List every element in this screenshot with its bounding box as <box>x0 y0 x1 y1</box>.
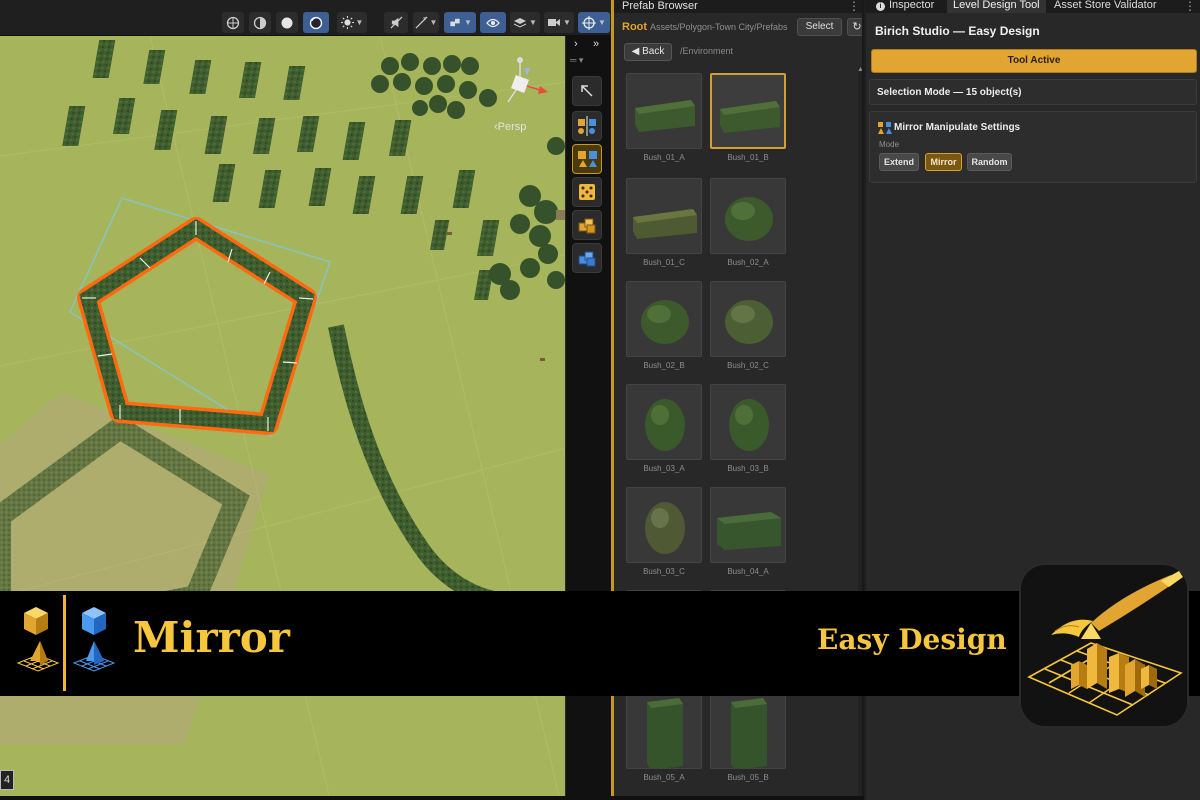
prefab-tile-label: Bush_03_B <box>727 464 769 473</box>
prefab-tile[interactable] <box>710 487 786 563</box>
scroll-up-icon[interactable]: ▲ <box>857 66 862 73</box>
prefab-tile[interactable] <box>626 384 702 460</box>
lighting-icon[interactable]: ▼ <box>337 12 367 33</box>
arrow-icon[interactable] <box>572 76 602 106</box>
prefab-tile-label: Bush_02_A <box>727 258 769 267</box>
persp-label[interactable]: ‹Persp <box>494 121 526 133</box>
prefab-tile[interactable] <box>626 487 702 563</box>
prefab-tile-label: Bush_04_A <box>727 567 769 576</box>
wireframe-circle-icon[interactable] <box>276 12 298 33</box>
prefab-thumbnail <box>647 698 683 768</box>
prefab-thumbnail <box>633 209 697 239</box>
camera-icon[interactable]: ▼ <box>544 12 574 33</box>
prefab-tile-label: Bush_02_C <box>727 361 769 370</box>
back-button[interactable]: ◀ Back <box>624 43 672 61</box>
drag-handle-icon[interactable]: ═ ▾ <box>570 54 583 66</box>
layers-icon[interactable]: ▼ <box>510 12 540 33</box>
tab-inspector[interactable]: i Inspector <box>870 0 940 13</box>
more-options-icon[interactable]: ⋮ <box>848 0 860 12</box>
prefab-thumbnail <box>717 512 781 550</box>
prefab-tile[interactable] <box>710 693 786 769</box>
banner-title: Mirror <box>133 613 290 662</box>
back-arrow-icon: ◀ <box>631 46 643 57</box>
scene-status-counter: 4 <box>0 770 14 790</box>
path-text: Assets/Polygon-Town City/Prefabs <box>650 22 788 32</box>
collapse-right-icon[interactable]: » <box>593 38 599 50</box>
random-dice-icon[interactable] <box>572 177 602 207</box>
mirror-settings-box: Mirror Manipulate Settings Mode Extend M… <box>869 111 1197 183</box>
tab-level-design-tool[interactable]: Level Design Tool <box>947 0 1046 13</box>
audio-mute-icon[interactable] <box>384 12 408 33</box>
mirror-cubes-icon[interactable] <box>572 111 602 141</box>
prefab-tile[interactable] <box>626 178 702 254</box>
prefab-browser-tab[interactable]: Prefab Browser ⋮ <box>614 0 862 13</box>
refresh-icon[interactable]: ↻ <box>847 18 862 36</box>
paintbrush-city-icon <box>1027 571 1183 716</box>
extend-cubes-icon[interactable] <box>572 210 602 240</box>
blue-cubes-icon[interactable] <box>572 243 602 273</box>
prefab-thumbnail <box>725 300 773 344</box>
eye-icon[interactable] <box>480 12 506 33</box>
inspector-tab-bar: i Inspector Level Design Tool Asset Store… <box>866 0 1200 13</box>
mirror-settings-title: Mirror Manipulate Settings <box>894 122 1021 133</box>
prefab-browser-title: Prefab Browser <box>622 0 698 12</box>
prefab-thumbnail <box>641 300 689 344</box>
lit-sphere-icon[interactable] <box>303 12 329 33</box>
prefab-tile[interactable] <box>626 281 702 357</box>
tab-asset-store-validator[interactable]: Asset Store Validator <box>1048 0 1163 13</box>
prefab-thumbnail <box>635 100 695 132</box>
tool-title: Birich Studio — Easy Design <box>875 24 1040 38</box>
banner-divider <box>63 595 66 691</box>
easy-design-logo <box>1019 563 1189 728</box>
prefab-tile-label: Bush_02_B <box>643 361 685 370</box>
shading-globe-icon[interactable] <box>249 12 271 33</box>
prefab-path-bar: Root Assets/Polygon-Town City/Prefabs Se… <box>614 15 862 39</box>
prefab-tile-label: Bush_05_A <box>643 773 685 782</box>
prefab-thumbnail <box>645 502 685 554</box>
prefab-tile[interactable] <box>626 73 702 149</box>
back-label: Back <box>642 46 665 57</box>
prefab-thumbnail <box>645 399 685 451</box>
scene-visibility-icon[interactable]: ▼ <box>444 12 476 33</box>
prefab-tile[interactable] <box>710 73 786 149</box>
root-label[interactable]: Root <box>622 21 647 33</box>
prefab-tile-label: Bush_01_A <box>643 153 685 162</box>
mirror-manipulate-icon[interactable] <box>572 144 602 174</box>
prefab-tile-label: Bush_05_B <box>727 773 769 782</box>
prefab-tile-label: Bush_01_B <box>727 153 769 162</box>
more-options-icon[interactable]: ⋮ <box>1184 0 1196 12</box>
prefab-tile[interactable] <box>710 178 786 254</box>
mode-extend-button[interactable]: Extend <box>879 153 919 171</box>
status-bar <box>0 796 864 800</box>
prefab-thumbnail <box>725 197 773 241</box>
prefab-thumbnail <box>731 698 767 768</box>
scene-toolbar: ▼ ▼ ▼ ▼ ▼ ▼ <box>0 0 612 36</box>
prefab-thumbnail <box>720 101 780 133</box>
orientation-gizmo[interactable] <box>496 56 556 112</box>
effects-icon[interactable]: ▼ <box>413 12 439 33</box>
gizmos-icon[interactable]: ▼ <box>578 12 610 33</box>
prefab-tile[interactable] <box>710 384 786 460</box>
prefab-tile[interactable] <box>710 281 786 357</box>
mirror-settings-icon <box>877 121 893 140</box>
info-icon: i <box>876 2 885 11</box>
prefab-tile-label: Bush_03_A <box>643 464 685 473</box>
mode-random-button[interactable]: Random <box>967 153 1012 171</box>
mode-label: Mode <box>879 140 900 149</box>
prefab-tile-label: Bush_03_C <box>643 567 685 576</box>
tool-active-button[interactable]: Tool Active <box>871 49 1197 73</box>
prefab-tile-label: Bush_01_C <box>643 258 685 267</box>
mirror-feature-icon <box>16 607 116 672</box>
banner-subtitle: Easy Design <box>817 623 1007 656</box>
grid-icon[interactable] <box>222 12 244 33</box>
selection-mode-foldout[interactable]: Selection Mode — 15 object(s) <box>869 79 1197 105</box>
current-folder-label: /Environment <box>680 46 734 56</box>
mode-mirror-button[interactable]: Mirror <box>925 153 962 171</box>
prefab-thumbnail <box>729 399 769 451</box>
prefab-tile[interactable] <box>626 693 702 769</box>
collapse-left-icon[interactable]: › <box>574 38 578 50</box>
select-button[interactable]: Select <box>797 18 842 36</box>
